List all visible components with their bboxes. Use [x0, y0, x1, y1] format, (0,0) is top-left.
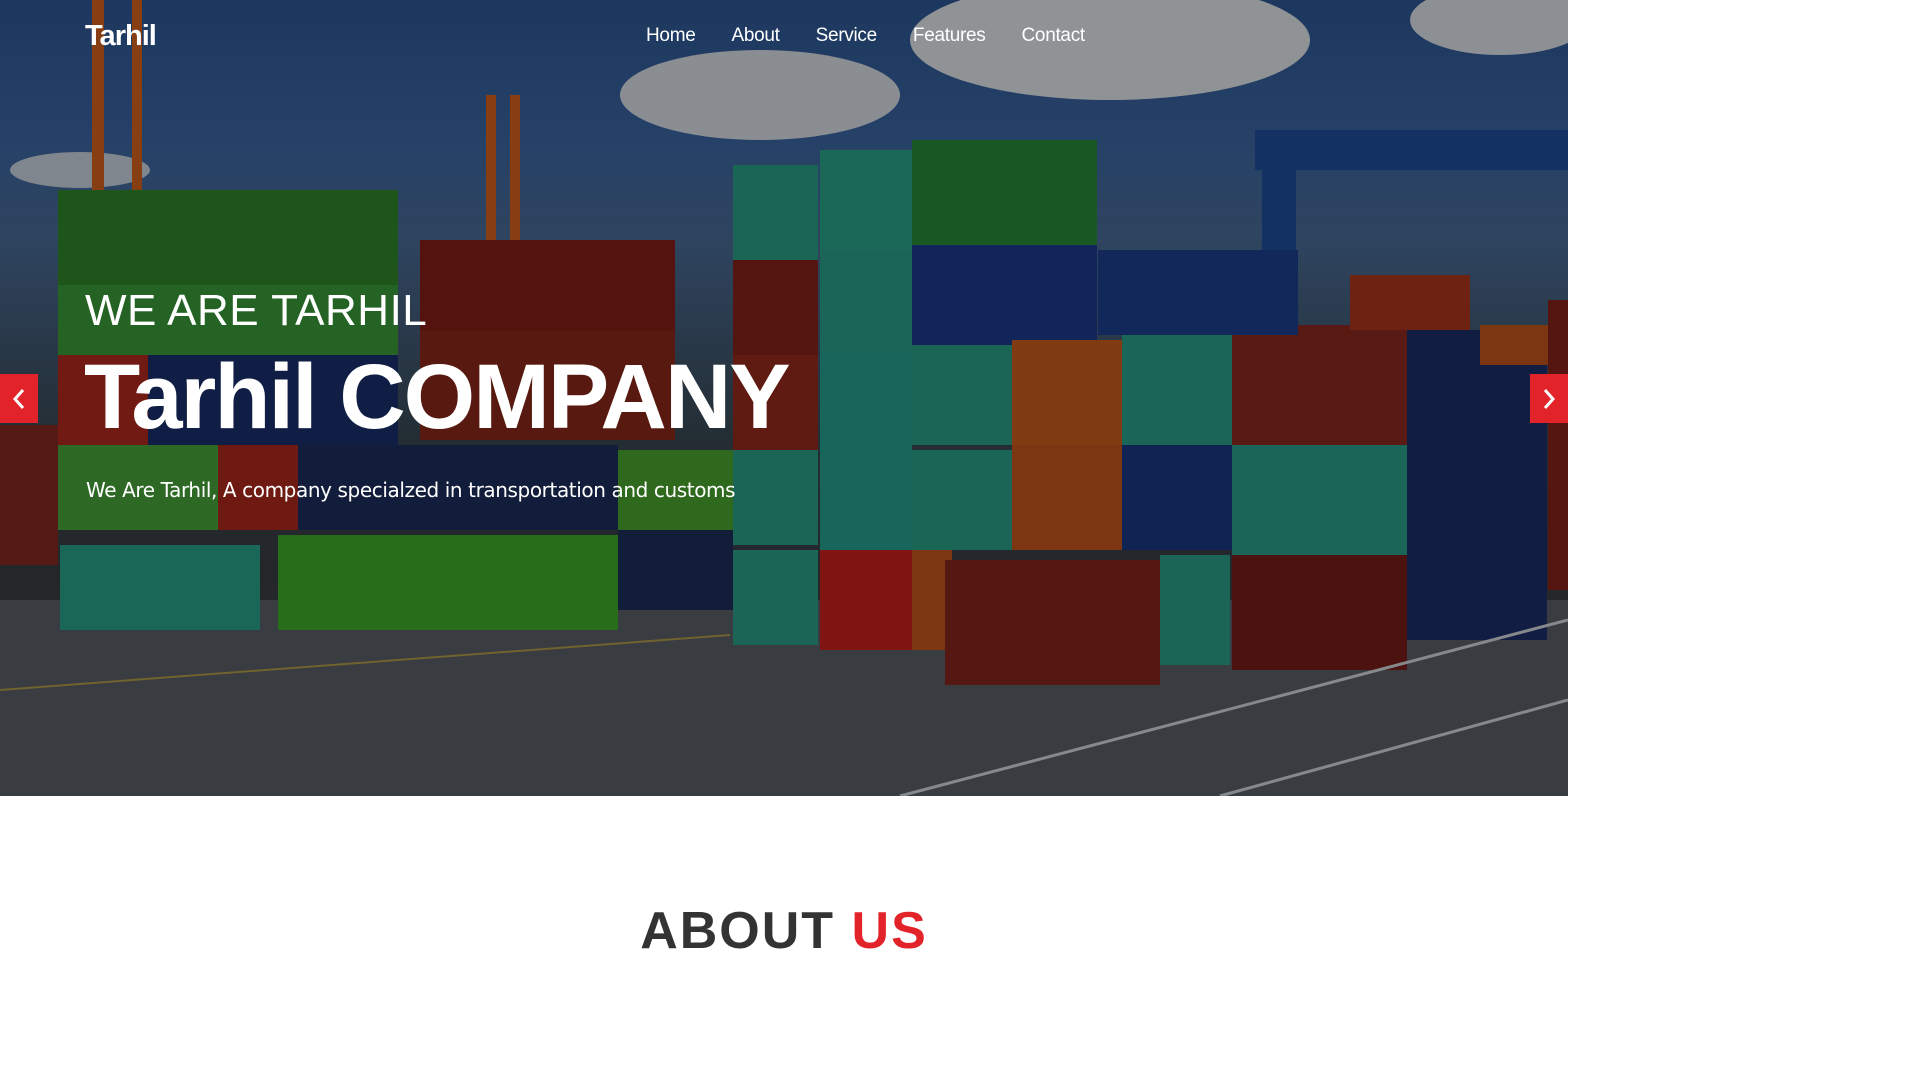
nav-item-contact[interactable]: Contact — [1022, 24, 1086, 48]
about-title-accent: US — [851, 902, 928, 961]
main-nav: Home About Service Features Contact — [646, 24, 1085, 48]
chevron-right-icon — [1543, 388, 1556, 409]
chevron-left-icon — [12, 388, 25, 409]
slider-prev-button[interactable] — [0, 374, 38, 423]
nav-item-about[interactable]: About — [731, 24, 779, 48]
hero-headline: Tarhil COMPANY — [84, 346, 791, 448]
hero-eyebrow: WE ARE TARHIL — [85, 286, 428, 335]
nav-item-home[interactable]: Home — [646, 24, 696, 48]
nav-item-service[interactable]: Service — [816, 24, 878, 48]
hero-subline: We Are Tarhil, A company specialzed in t… — [86, 478, 736, 502]
hero-slider: Tarhil Home About Service Features Conta… — [0, 0, 1568, 796]
brand-logo[interactable]: Tarhil — [85, 18, 157, 54]
slider-next-button[interactable] — [1530, 374, 1568, 423]
about-section-title: ABOUT US — [0, 905, 1568, 957]
about-title-main: ABOUT — [640, 902, 852, 961]
nav-item-features[interactable]: Features — [913, 24, 986, 48]
